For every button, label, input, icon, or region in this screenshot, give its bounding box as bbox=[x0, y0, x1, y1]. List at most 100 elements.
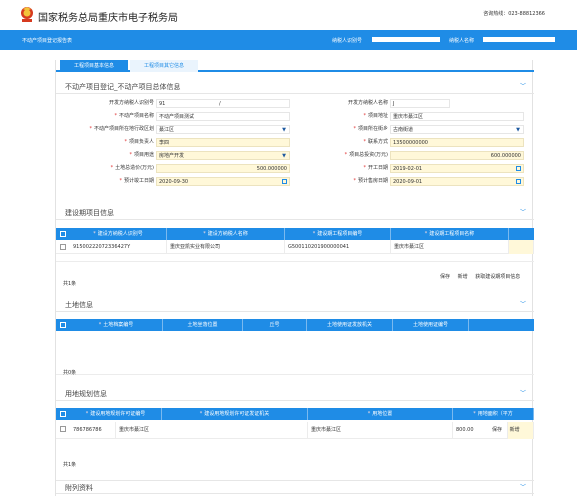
total-investment-field[interactable]: 600.000000 bbox=[390, 151, 524, 160]
land-price-field[interactable]: 500.000000 bbox=[156, 164, 290, 173]
table-cell[interactable]: 91500222072336427Y bbox=[70, 240, 167, 254]
required-mark: * bbox=[353, 178, 356, 184]
tab-bar: 工程项目基本信息 工程项目其它信息 bbox=[56, 60, 534, 72]
section-attachments-header[interactable]: 附列资料 ﹀ bbox=[56, 480, 534, 494]
manager-field[interactable]: 李四 bbox=[156, 138, 290, 147]
developer-id-value: 91 bbox=[159, 101, 166, 107]
calendar-icon[interactable] bbox=[516, 166, 521, 171]
section-land-header[interactable]: 土地信息 ﹀ bbox=[56, 298, 534, 312]
street-label: 项目所在街乡 bbox=[357, 126, 388, 132]
required-mark: * bbox=[129, 152, 132, 158]
fetch-construction-button[interactable]: 获取建设期项目信息 bbox=[475, 274, 520, 280]
row-checkbox[interactable] bbox=[60, 244, 66, 250]
chevron-down-icon[interactable]: ﹀ bbox=[520, 80, 526, 94]
tab-basic-info[interactable]: 工程项目基本信息 bbox=[60, 60, 128, 72]
table-cell[interactable]: 786786786 bbox=[70, 422, 116, 439]
column-header: 土地使用证编号 bbox=[412, 322, 448, 328]
tab-other-info[interactable]: 工程项目其它信息 bbox=[130, 60, 198, 72]
completion-date-value: 2020-09-30 bbox=[159, 179, 189, 185]
form-row: * 预计竣工日期 2020-09-30 * 预计售房日期 2020-09-01 bbox=[64, 176, 524, 187]
column-header: 建设方纳税人识别号 bbox=[97, 231, 143, 237]
start-date-value: 2019-02-01 bbox=[393, 166, 423, 172]
developer-id-label: 开发方纳税人识别号 bbox=[108, 100, 154, 106]
calendar-icon[interactable] bbox=[282, 179, 287, 184]
form-row: * 项目负责人 李四 * 联系方式 13500000000 bbox=[64, 137, 524, 148]
calendar-icon[interactable] bbox=[516, 179, 521, 184]
required-mark: * bbox=[344, 152, 348, 158]
chevron-down-icon[interactable]: ﹀ bbox=[520, 206, 526, 220]
taxpayer-name-value bbox=[483, 37, 555, 42]
table-header: * 土地档案编号 土地坐落位置 丘号 土地使用证发放机关 土地使用证编号 bbox=[56, 319, 534, 331]
add-button[interactable]: 新增 bbox=[458, 274, 468, 280]
chevron-down-icon[interactable]: ﹀ bbox=[520, 298, 526, 312]
district-label: 不动产项目所在地行政区划 bbox=[93, 126, 154, 132]
required-mark: * bbox=[119, 178, 122, 184]
required-mark: * bbox=[124, 139, 127, 145]
purpose-value: 房地产开发 bbox=[159, 153, 185, 159]
completion-date-field[interactable]: 2020-09-30 bbox=[156, 177, 290, 186]
taxpayer-id-value bbox=[372, 37, 440, 42]
developer-name-label: 开发方纳税人名称 bbox=[347, 100, 388, 106]
section-title: 附列资料 bbox=[65, 484, 93, 492]
column-header: 用地面积（平方 bbox=[477, 411, 513, 417]
select-all-checkbox[interactable] bbox=[60, 231, 66, 237]
developer-id-suffix: / bbox=[219, 101, 221, 107]
table-cell[interactable]: 重庆市綦江区 bbox=[308, 422, 453, 439]
hotline-text: 咨询热线：023-88812366 bbox=[483, 11, 545, 17]
select-all-checkbox[interactable] bbox=[60, 322, 66, 328]
column-header: 建设方纳税人名称 bbox=[207, 231, 248, 237]
start-date-label: 开工日期 bbox=[367, 165, 388, 171]
table-cell[interactable]: 重庆亚凯实业有限公司 bbox=[167, 240, 285, 254]
row-checkbox[interactable] bbox=[60, 426, 66, 432]
contact-field[interactable]: 13500000000 bbox=[390, 138, 524, 147]
purpose-label: 项目用途 bbox=[133, 152, 154, 158]
purpose-select[interactable]: 房地产开发 ▼ bbox=[156, 151, 290, 160]
form-row: * 不动产项目所在地行政区划 綦江区 ▼ * 项目所在街乡 古南街道 ▼ bbox=[64, 124, 524, 135]
table-row[interactable]: 91500222072336427Y 重庆亚凯实业有限公司 G500110201… bbox=[56, 240, 534, 254]
developer-name-field[interactable]: J bbox=[390, 99, 450, 108]
caret-down-icon: ▼ bbox=[282, 127, 286, 133]
add-button[interactable]: 新增 bbox=[510, 427, 520, 433]
column-header: 建设期工程项目编号 bbox=[317, 231, 363, 237]
section-construction-header[interactable]: 建设期项目信息 ﹀ bbox=[56, 206, 534, 220]
street-value: 古南街道 bbox=[393, 127, 414, 133]
required-mark: * bbox=[89, 126, 92, 132]
table-cell[interactable]: 重庆市綦江区 bbox=[116, 422, 308, 439]
column-header: 建设用地规划许可证发证机关 bbox=[204, 411, 270, 417]
table-cell[interactable] bbox=[509, 240, 534, 254]
district-value: 綦江区 bbox=[159, 127, 175, 133]
column-header: 用地位置 bbox=[372, 411, 393, 417]
planning-actions: 保存 新增 bbox=[486, 426, 520, 433]
section-title: 用地规划信息 bbox=[65, 390, 107, 398]
required-mark: * bbox=[363, 113, 366, 119]
required-mark: * bbox=[363, 139, 366, 145]
column-header: 丘号 bbox=[269, 322, 280, 328]
site-title: 国家税务总局重庆市电子税务局 bbox=[38, 13, 178, 24]
table-cell[interactable]: 重庆市綦江区 bbox=[391, 240, 509, 254]
start-date-field[interactable]: 2019-02-01 bbox=[390, 164, 524, 173]
taxpayer-name-label: 纳税人名称 bbox=[449, 38, 475, 44]
taxpayer-id-label: 纳税人识别号 bbox=[332, 38, 363, 44]
required-mark: * bbox=[114, 113, 117, 119]
section-title: 不动产项目登记_不动产项目总体信息 bbox=[65, 83, 181, 91]
section-overall-header[interactable]: 不动产项目登记_不动产项目总体信息 ﹀ bbox=[56, 80, 534, 94]
section-planning-header[interactable]: 用地规划信息 ﹀ bbox=[56, 387, 534, 401]
project-address-field[interactable]: 重庆市綦江区 bbox=[390, 112, 524, 121]
district-select[interactable]: 綦江区 ▼ bbox=[156, 125, 290, 134]
select-all-checkbox[interactable] bbox=[60, 411, 66, 417]
table-cell[interactable]: G500110201900000041 bbox=[285, 240, 391, 254]
chevron-down-icon[interactable]: ﹀ bbox=[520, 387, 526, 401]
save-button[interactable]: 保存 bbox=[492, 427, 502, 433]
form-row: * 土地总造价(万元) 500.000000 * 开工日期 2019-02-01 bbox=[64, 163, 524, 174]
required-mark: * bbox=[110, 165, 114, 171]
table-row[interactable]: 786786786 重庆市綦江区 重庆市綦江区 800.00 bbox=[56, 422, 534, 439]
chevron-down-icon[interactable]: ﹀ bbox=[520, 481, 526, 495]
presale-date-field[interactable]: 2020-09-01 bbox=[390, 177, 524, 186]
project-name-field[interactable]: 不动产项目测试 bbox=[156, 112, 290, 121]
save-button[interactable]: 保存 bbox=[440, 274, 450, 280]
caret-down-icon: ▼ bbox=[516, 127, 520, 133]
street-select[interactable]: 古南街道 ▼ bbox=[390, 125, 524, 134]
column-header: 土地使用证发放机关 bbox=[326, 322, 372, 328]
presale-date-label: 预计售房日期 bbox=[357, 178, 388, 184]
developer-id-field[interactable]: 91 / bbox=[156, 99, 290, 108]
